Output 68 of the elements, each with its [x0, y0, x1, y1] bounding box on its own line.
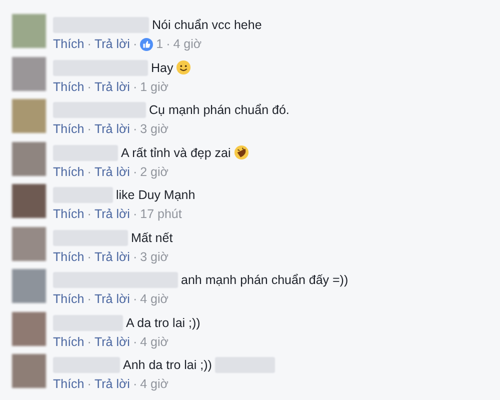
avatar[interactable]: [12, 184, 46, 218]
separator-dot: ·: [132, 122, 138, 136]
comment-time: 17 phút: [140, 207, 182, 221]
avatar[interactable]: [12, 99, 46, 133]
comment-time: 4 giờ: [140, 334, 168, 348]
separator-dot: ·: [87, 250, 92, 264]
comment-time: 3 giờ: [140, 122, 168, 136]
laughing-emoji-icon: [234, 145, 249, 160]
action-link[interactable]: Thích: [53, 250, 84, 264]
action-link[interactable]: Thích: [53, 80, 84, 94]
action-link[interactable]: Thích: [53, 207, 84, 221]
comment-text: anh mạnh phán chuẩn đấy =)): [181, 273, 348, 287]
action-link[interactable]: Trả lời: [94, 207, 130, 221]
comment-text: Hay: [151, 60, 174, 74]
avatar[interactable]: [12, 142, 46, 176]
comment-text: Cụ mạnh phán chuẩn đó.: [149, 103, 290, 117]
avatar[interactable]: [12, 226, 46, 260]
avatar[interactable]: [12, 56, 46, 90]
separator-dot: ·: [87, 80, 92, 94]
comment-text: Nói chuẩn vcc hehe: [152, 18, 262, 32]
action-link[interactable]: Trả lời: [94, 334, 130, 348]
action-link[interactable]: Trả lời: [94, 164, 130, 178]
thumbs-up-icon: [140, 38, 154, 50]
separator-dot: ·: [132, 377, 138, 391]
comment-time: 3 giờ: [140, 250, 168, 264]
separator-dot: ·: [132, 334, 138, 348]
separator-dot: ·: [87, 292, 92, 306]
avatar[interactable]: [12, 312, 46, 346]
avatar[interactable]: [12, 354, 46, 388]
separator-dot: ·: [87, 122, 92, 136]
separator-dot: ·: [87, 377, 92, 391]
action-link[interactable]: Trả lời: [94, 122, 130, 136]
separator-dot: ·: [132, 207, 138, 221]
comment-text: Mất nết: [131, 230, 173, 244]
smiling-emoji-icon: [176, 60, 192, 75]
comment-time: 1 giờ: [140, 80, 168, 94]
action-link[interactable]: Thích: [53, 292, 84, 306]
action-link[interactable]: Trả lời: [94, 80, 130, 94]
comment-time: 4 giờ: [140, 292, 168, 306]
comment-time: 4 giờ: [140, 377, 168, 391]
separator-dot: ·: [132, 292, 138, 306]
comment-text: A rất tỉnh và đẹp zai: [121, 146, 231, 160]
action-link[interactable]: Trả lời: [94, 37, 130, 51]
separator-dot: ·: [87, 207, 92, 221]
separator-dot: ·: [87, 37, 92, 51]
action-link[interactable]: Trả lời: [94, 292, 130, 306]
action-link[interactable]: Thích: [53, 164, 84, 178]
action-link[interactable]: Thích: [53, 377, 84, 391]
separator-dot: ·: [132, 37, 138, 51]
action-link[interactable]: Thích: [53, 334, 84, 348]
action-link[interactable]: Trả lời: [94, 250, 130, 264]
separator-dot: ·: [166, 37, 170, 51]
separator-dot: ·: [87, 164, 92, 178]
avatar[interactable]: [12, 269, 46, 303]
comment-text: Anh da tro lai ;)): [123, 358, 212, 372]
reaction-count: 1: [156, 37, 164, 51]
comment-text: A da tro lai ;)): [126, 316, 200, 330]
separator-dot: ·: [132, 250, 138, 264]
avatar[interactable]: [12, 14, 46, 48]
comment-time: 4 giờ: [173, 37, 202, 51]
separator-dot: ·: [132, 164, 138, 178]
separator-dot: ·: [87, 334, 92, 348]
action-link[interactable]: Trả lời: [94, 377, 130, 391]
comment-time: 2 giờ: [140, 164, 168, 178]
action-link[interactable]: Thích: [53, 37, 84, 51]
separator-dot: ·: [132, 80, 138, 94]
action-link[interactable]: Thích: [53, 122, 84, 136]
comment-text: like Duy Mạnh: [116, 188, 196, 202]
